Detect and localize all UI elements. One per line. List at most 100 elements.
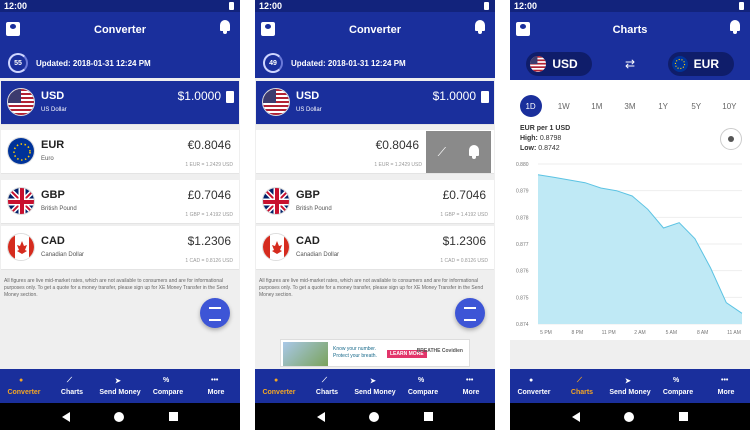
currency-name: Canadian Dollar: [296, 252, 340, 258]
tab-compare[interactable]: % Compare: [144, 369, 192, 403]
range-1y[interactable]: 1Y: [652, 95, 674, 117]
calculator-icon[interactable]: [481, 91, 489, 103]
currency-row-gbp[interactable]: GBP British Pound £0.7046 1 GBP = 1.4192…: [1, 180, 239, 224]
range-1w[interactable]: 1W: [553, 95, 575, 117]
tab-more[interactable]: ••• More: [702, 369, 750, 403]
range-1m[interactable]: 1M: [586, 95, 608, 117]
status-bar: 12:00: [0, 0, 240, 12]
calculator-icon[interactable]: [226, 91, 234, 103]
coins-icon: ●: [19, 376, 24, 384]
from-currency-selector[interactable]: USD: [526, 52, 593, 76]
tab-charts[interactable]: ⟋ Charts: [48, 369, 96, 403]
us-flag-icon: [530, 56, 547, 72]
android-nav-bar: [255, 403, 495, 430]
conversion-text: 1 EUR = 1.2429 USD: [374, 162, 422, 168]
range-5y[interactable]: 5Y: [685, 95, 707, 117]
range-1d[interactable]: 1D: [519, 95, 542, 117]
back-icon[interactable]: [317, 411, 326, 422]
recents-icon[interactable]: [423, 412, 433, 421]
tab-converter[interactable]: ● Converter: [255, 369, 303, 403]
page-title: Charts: [612, 24, 648, 36]
tab-send-money[interactable]: ➤ Send Money: [606, 369, 654, 403]
home-icon[interactable]: [369, 411, 380, 422]
refresh-countdown[interactable]: 55: [8, 53, 28, 73]
range-10y[interactable]: 10Y: [718, 95, 740, 117]
x-tick-label: 11 AM: [727, 330, 741, 336]
currency-rate[interactable]: $1.0000: [433, 89, 476, 103]
back-icon[interactable]: [62, 411, 71, 422]
alert-action-icon[interactable]: [469, 143, 480, 161]
tab-send-money[interactable]: ➤ Send Money: [96, 369, 144, 403]
currency-code: GBP: [41, 189, 65, 201]
battery-icon: [484, 2, 489, 10]
bell-icon[interactable]: [730, 20, 742, 36]
canada-flag-icon: [262, 233, 290, 261]
tab-send-money[interactable]: ➤ Send Money: [351, 369, 399, 403]
tab-charts[interactable]: ⟋ Charts: [558, 369, 606, 403]
currency-code: GBP: [296, 189, 320, 201]
android-nav-bar: [510, 403, 750, 430]
bottom-tab-bar: ● Converter ⟋ Charts ➤ Send Money % Compare …: [0, 369, 240, 403]
conversion-text: 1 CAD = 0.8126 USD: [185, 258, 233, 264]
edit-list-fab[interactable]: [455, 298, 485, 328]
y-tick-label: 0.877: [516, 242, 529, 248]
currency-row-usd[interactable]: USD US Dollar $1.0000: [1, 81, 239, 125]
currency-code: USD: [41, 90, 65, 102]
conversion-text: 1 GBP = 1.4192 USD: [440, 212, 488, 218]
bell-icon[interactable]: [475, 20, 487, 36]
profile-icon[interactable]: [261, 22, 275, 36]
profile-icon[interactable]: [516, 22, 530, 36]
currency-row-cad[interactable]: CAD Canadian Dollar $1.2306 1 CAD = 0.81…: [1, 226, 239, 270]
chart-action-icon[interactable]: ⟋: [438, 145, 446, 160]
home-icon[interactable]: [624, 411, 635, 422]
x-tick-label: 8 AM: [697, 330, 708, 336]
ad-banner[interactable]: Know your number. Protect your breath. L…: [280, 339, 470, 367]
rate-chart[interactable]: 0.880 0.879 0.878 0.877 0.876 0.875 0.874 5 PM 8…: [510, 158, 750, 340]
phone-converter: 12:00 Converter 55 Updated: 2018-01-31 1…: [0, 0, 240, 430]
edit-list-fab[interactable]: [200, 298, 230, 328]
tab-more[interactable]: ••• More: [192, 369, 240, 403]
status-time: 12:00: [259, 1, 283, 11]
currency-row-usd[interactable]: USD US Dollar $1.0000: [256, 81, 494, 125]
tab-converter[interactable]: ● Converter: [0, 369, 48, 403]
tab-converter[interactable]: ● Converter: [510, 369, 558, 403]
recents-icon[interactable]: [168, 412, 178, 421]
currency-name: Euro: [41, 156, 54, 162]
currency-pair-bar: USD ⇄ EUR: [510, 48, 750, 80]
currency-row-gbp[interactable]: GBP British Pound £0.7046 1 GBP = 1.4192…: [256, 180, 494, 224]
ad-text: Know your number. Protect your breath.: [333, 346, 377, 359]
phone-charts: 12:00 Charts USD ⇄ EUR 1D 1W 1M 3M 1Y 5Y 10Y E…: [510, 0, 750, 430]
send-icon: ➤: [625, 377, 631, 385]
back-icon[interactable]: [572, 411, 581, 422]
tab-charts[interactable]: ⟋ Charts: [303, 369, 351, 403]
swap-icon[interactable]: ⇄: [625, 57, 635, 71]
currency-row-eur[interactable]: EUR Euro €0.8046 1 EUR = 1.2429 USD: [1, 130, 239, 174]
share-icon[interactable]: [720, 128, 742, 150]
home-icon[interactable]: [114, 411, 125, 422]
send-icon: ➤: [370, 377, 376, 385]
refresh-countdown[interactable]: 49: [263, 53, 283, 73]
tab-more[interactable]: ••• More: [447, 369, 495, 403]
y-tick-label: 0.878: [516, 215, 529, 221]
rate-summary: EUR per 1 USD High: 0.8798 Low: 0.8742: [510, 120, 750, 160]
to-currency-selector[interactable]: EUR: [667, 52, 734, 76]
page-title: Converter: [349, 24, 401, 36]
currency-rate[interactable]: $1.0000: [178, 89, 221, 103]
y-tick-label: 0.874: [516, 322, 529, 328]
bell-icon[interactable]: [220, 20, 232, 36]
eu-flag-icon: [7, 137, 35, 165]
tab-compare[interactable]: % Compare: [654, 369, 702, 403]
to-currency-code: EUR: [693, 57, 719, 71]
range-3m[interactable]: 3M: [619, 95, 641, 117]
recents-icon[interactable]: [678, 412, 688, 421]
currency-row-cad[interactable]: CAD Canadian Dollar $1.2306 1 CAD = 0.81…: [256, 226, 494, 270]
currency-code: EUR: [41, 139, 65, 151]
profile-icon[interactable]: [6, 22, 20, 36]
update-bar: 55 Updated: 2018-01-31 12:24 PM: [0, 48, 240, 78]
y-tick-label: 0.875: [516, 295, 529, 301]
us-flag-icon: [262, 88, 290, 116]
disclaimer-text: All figures are live mid-market rates, w…: [4, 278, 229, 298]
tab-compare[interactable]: % Compare: [399, 369, 447, 403]
series-area: [538, 174, 742, 324]
android-nav-bar: [0, 403, 240, 430]
